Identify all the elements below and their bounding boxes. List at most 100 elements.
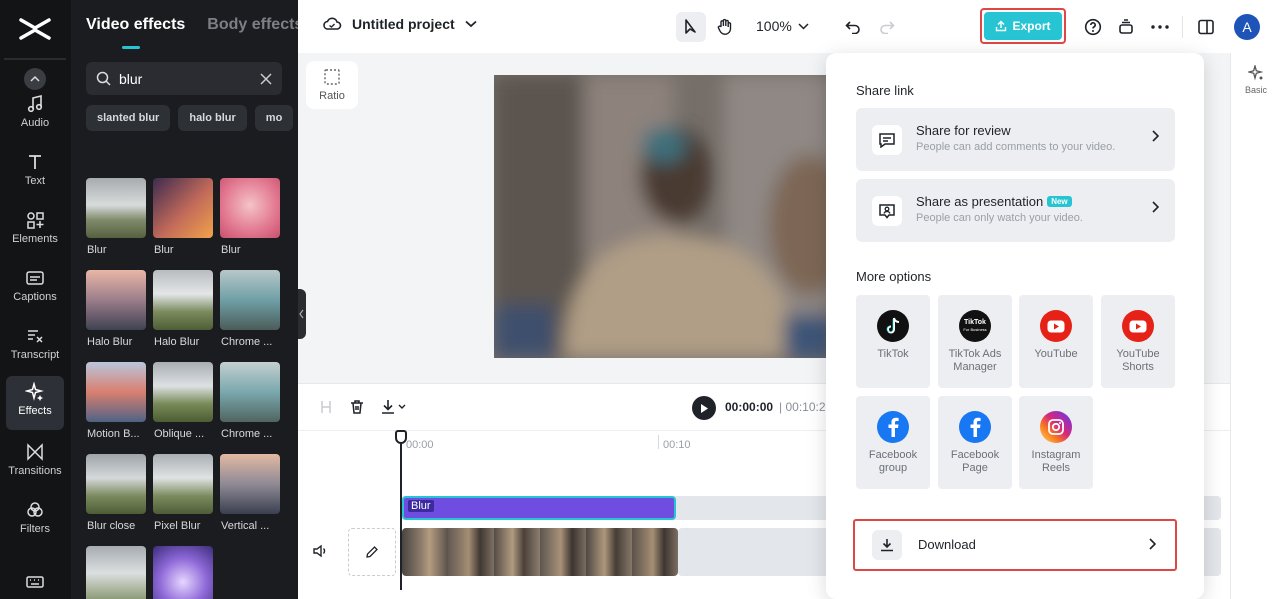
effect-thumb-motion-blur[interactable] [86,362,146,422]
tiktok-business-text: TikTok [964,319,986,326]
cover-edit-button[interactable] [348,528,396,576]
share-review-subtitle: People can add comments to your video. [916,141,1116,153]
effect-clip-blur[interactable]: Blur [402,496,676,520]
clear-search-icon[interactable] [260,72,272,85]
download-dropdown-icon[interactable] [380,398,408,416]
avatar[interactable]: A [1234,14,1260,40]
rail-item-more[interactable] [6,566,64,596]
effect-thumb-blur-close[interactable] [86,454,146,514]
rail-item-label: Filters [20,523,50,535]
rail-item-text[interactable]: Text [6,146,64,200]
share-facebook-group-button[interactable]: Facebook group [856,396,930,489]
rail-item-filters[interactable]: Filters [6,494,64,548]
effect-thumb-halo-blur-1[interactable] [86,270,146,330]
effect-thumb-blur-2[interactable] [153,178,213,238]
effect-thumb-halo-blur-2[interactable] [153,270,213,330]
rail-item-audio[interactable]: Audio [6,88,64,142]
rail-item-transcript[interactable]: Transcript [6,320,64,374]
toggle-panel-button[interactable] [1191,12,1221,42]
more-options-button[interactable] [1145,12,1175,42]
split-icon[interactable] [318,399,334,415]
rail-divider [4,58,66,60]
pencil-icon [366,546,378,558]
effect-label: Blur [154,244,174,256]
right-sidebar: Basic [1230,53,1280,599]
panel-resize-handle[interactable] [298,289,306,339]
timeline-toolbar [318,398,408,416]
transitions-icon [27,443,43,461]
ratio-button[interactable]: Ratio [306,61,358,109]
share-facebook-page-button[interactable]: Facebook Page [938,396,1012,489]
option-label: Facebook Page [950,449,1000,474]
effect-thumb-chrome-2[interactable] [220,362,280,422]
effects-search-input[interactable]: blur [86,62,282,95]
cloud-icon [323,17,342,30]
hand-tool-button[interactable] [710,12,740,42]
tiktok-business-sub: For Business [963,327,987,332]
rail-item-label: Effects [18,405,52,417]
playhead[interactable] [400,430,402,590]
video-frame [586,528,632,576]
effects-tabs: Video effects Body effects [86,16,298,34]
effect-thumb-oblique[interactable] [153,362,213,422]
export-button[interactable]: Export [984,12,1062,40]
effect-thumb-pixel-blur[interactable] [153,454,213,514]
effect-thumb-row5-1[interactable] [86,546,146,599]
video-clip[interactable] [402,528,678,576]
effect-thumb-row5-2[interactable] [153,546,213,599]
tab-video-effects[interactable]: Video effects [86,16,185,34]
share-tiktok-ads-button[interactable]: TikTok For Business TikTok Ads Manager [938,295,1012,388]
redo-button[interactable] [872,12,902,42]
speaker-icon [313,544,326,558]
youtube-shorts-icon [1122,310,1154,342]
share-as-presentation-button[interactable]: Share as presentation New People can only… [856,179,1175,242]
effect-label: Motion B... [87,428,140,440]
chip-halo-blur[interactable]: halo blur [178,105,247,131]
effect-label: Halo Blur [154,336,200,348]
zoom-select[interactable]: 100% [756,18,809,34]
rail-item-effects[interactable]: Effects [6,376,64,430]
rail-item-captions[interactable]: Captions [6,262,64,316]
basic-label: Basic [1244,85,1267,95]
project-name: Untitled project [352,16,455,32]
share-for-review-button[interactable]: Share for review People can add comments… [856,108,1175,171]
effect-thumb-vertical[interactable] [220,454,280,514]
basic-tab[interactable]: Basic [1231,65,1280,95]
playhead-handle[interactable] [395,430,407,444]
effect-thumb-blur-1[interactable] [86,178,146,238]
share-tiktok-button[interactable]: TikTok [856,295,930,388]
facebook-icon [877,411,909,443]
rail-item-elements[interactable]: Elements [6,204,64,258]
option-label: Instagram Reels [1031,449,1081,474]
upload-icon [996,20,1007,32]
delete-icon[interactable] [348,398,366,416]
chip-slanted-blur[interactable]: slanted blur [86,105,171,131]
download-button[interactable]: Download [858,524,1172,566]
left-rail: Audio Text Elements Captions Transcript … [0,0,71,599]
rail-item-transitions[interactable]: Transitions [6,436,64,490]
help-button[interactable] [1078,12,1108,42]
select-tool-button[interactable] [676,12,706,42]
project-menu[interactable]: Untitled project [322,16,477,32]
tab-body-effects[interactable]: Body effects [207,16,298,34]
share-presentation-icon-wrap [872,196,902,226]
effect-thumb-chrome-1[interactable] [220,270,280,330]
export-popover: Share link Share for review People can a… [826,53,1204,599]
effect-thumb-blur-3[interactable] [220,178,280,238]
undo-button[interactable] [838,12,868,42]
effect-label: Chrome ... [221,336,273,348]
share-youtube-button[interactable]: YouTube [1019,295,1093,388]
collapse-rail-button[interactable] [24,68,46,90]
effect-label: Blur close [87,520,136,532]
mute-track-button[interactable] [312,544,328,563]
share-instagram-reels-button[interactable]: Instagram Reels [1019,396,1093,489]
video-preview[interactable] [494,75,834,358]
share-link-heading: Share link [856,83,914,98]
chip-more[interactable]: mo [254,105,294,131]
share-youtube-shorts-button[interactable]: YouTube Shorts [1101,295,1175,388]
stack-button[interactable] [1111,12,1141,42]
top-bar: Untitled project 100% Export A [298,0,1280,53]
presentation-icon [879,204,895,219]
play-button[interactable] [692,396,716,420]
tick-mark [658,435,659,449]
